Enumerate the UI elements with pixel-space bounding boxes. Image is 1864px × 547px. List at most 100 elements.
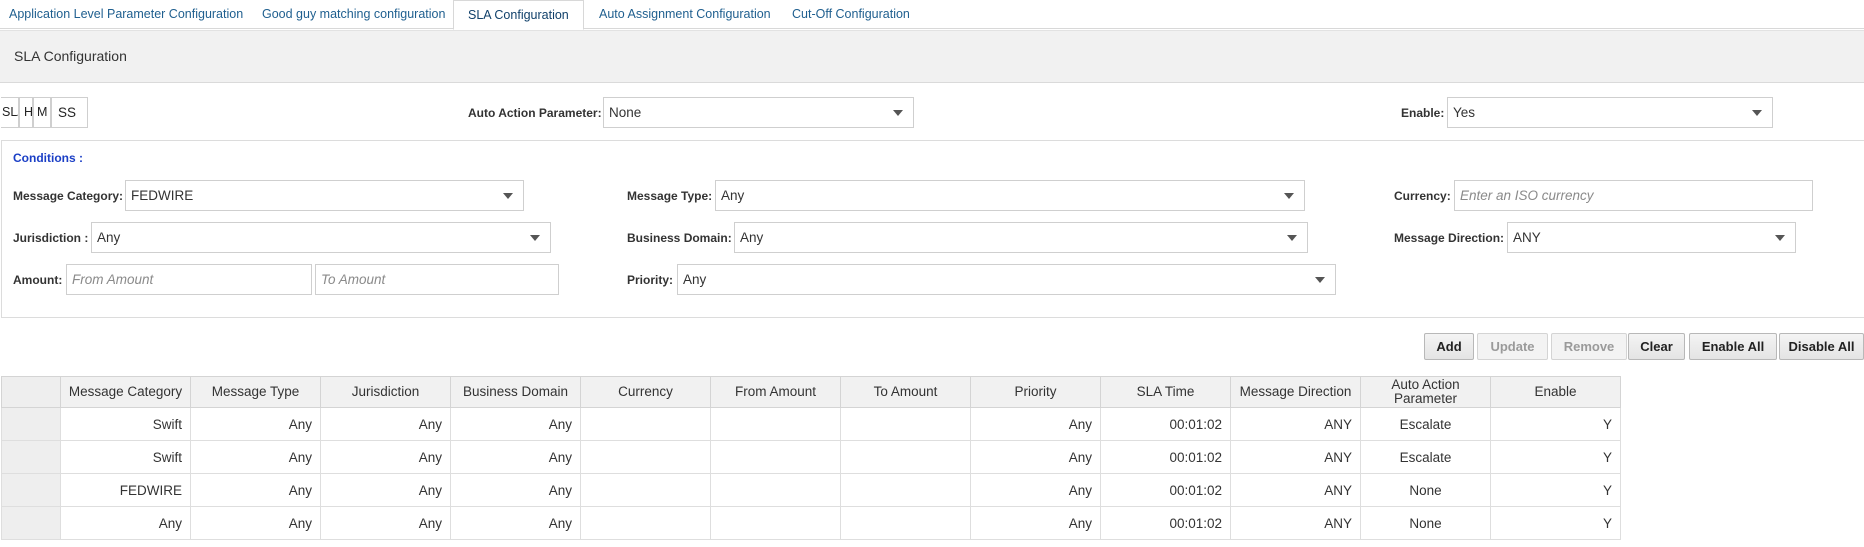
message-category-value: FEDWIRE xyxy=(131,188,194,203)
table-header-row: Message Category Message Type Jurisdicti… xyxy=(1,376,1621,408)
chevron-down-icon xyxy=(1315,277,1325,283)
column-header[interactable]: Jurisdiction xyxy=(320,376,451,408)
table-cell: Y xyxy=(1490,407,1621,441)
row-selector[interactable] xyxy=(1,473,61,507)
table-cell: 00:01:02 xyxy=(1100,473,1231,507)
currency-input[interactable] xyxy=(1454,180,1813,211)
column-header[interactable]: Business Domain xyxy=(450,376,581,408)
section-header: SLA Configuration xyxy=(0,30,1864,83)
message-type-select[interactable]: Any xyxy=(715,180,1305,211)
row-selector[interactable] xyxy=(1,407,61,441)
to-amount-input[interactable] xyxy=(315,264,559,295)
sla-minutes-input[interactable]: M xyxy=(33,97,51,128)
table-cell: Any xyxy=(190,440,321,474)
row-selector[interactable] xyxy=(1,440,61,474)
table-cell: Any xyxy=(320,407,451,441)
table-cell: Any xyxy=(970,440,1101,474)
chevron-down-icon xyxy=(1775,235,1785,241)
tab-bar: Application Level Parameter Configuratio… xyxy=(0,0,1864,30)
table-cell xyxy=(840,407,971,441)
column-header[interactable]: From Amount xyxy=(710,376,841,408)
chevron-down-icon xyxy=(1287,235,1297,241)
tab-sla-configuration[interactable]: SLA Configuration xyxy=(453,0,584,30)
conditions-title: Conditions : xyxy=(13,151,83,165)
chevron-down-icon xyxy=(1284,193,1294,199)
tab-good-guy-matching-configuration[interactable]: Good guy matching configuration xyxy=(262,0,445,29)
column-header[interactable]: Auto Action Parameter xyxy=(1360,376,1491,408)
enable-value: Yes xyxy=(1453,105,1476,120)
update-button[interactable]: Update xyxy=(1477,333,1548,360)
column-header[interactable]: SLA Time xyxy=(1100,376,1231,408)
sla-label: SLA xyxy=(1,97,19,128)
column-header[interactable]: Currency xyxy=(580,376,711,408)
table-cell: Any xyxy=(450,407,581,441)
message-type-label: Message Type: xyxy=(627,189,713,203)
sla-seconds-input[interactable]: SS xyxy=(51,97,88,128)
section-title: SLA Configuration xyxy=(14,48,127,64)
table-cell: ANY xyxy=(1230,440,1361,474)
table-cell xyxy=(580,473,711,507)
tab-cut-off-configuration[interactable]: Cut-Off Configuration xyxy=(792,0,910,29)
remove-button[interactable]: Remove xyxy=(1551,333,1627,360)
currency-label: Currency: xyxy=(1394,189,1451,203)
disable-all-button[interactable]: Disable All xyxy=(1779,333,1864,360)
enable-all-button[interactable]: Enable All xyxy=(1689,333,1777,360)
table-row[interactable]: Swift Any Any Any Any 00:01:02 ANY Escal… xyxy=(1,440,1621,474)
table-cell: Any xyxy=(320,440,451,474)
column-header[interactable]: Message Category xyxy=(60,376,191,408)
jurisdiction-label: Jurisdiction : xyxy=(13,231,89,245)
tab-auto-assignment-configuration[interactable]: Auto Assignment Configuration xyxy=(599,0,771,29)
table-cell: ANY xyxy=(1230,407,1361,441)
auto-action-parameter-value: None xyxy=(609,105,642,120)
table-cell: Any xyxy=(970,506,1101,540)
table-row[interactable]: Swift Any Any Any Any 00:01:02 ANY Escal… xyxy=(1,407,1621,441)
row-selector[interactable] xyxy=(1,506,61,540)
table-cell xyxy=(580,407,711,441)
table-cell: ANY xyxy=(1230,473,1361,507)
column-header[interactable]: To Amount xyxy=(840,376,971,408)
add-button[interactable]: Add xyxy=(1424,333,1474,360)
enable-select[interactable]: Yes xyxy=(1447,97,1773,128)
column-header[interactable]: Priority xyxy=(970,376,1101,408)
enable-label: Enable: xyxy=(1401,106,1445,120)
tab-application-level-parameter-configuration[interactable]: Application Level Parameter Configuratio… xyxy=(9,0,243,29)
table-cell: Escalate xyxy=(1360,407,1491,441)
clear-button[interactable]: Clear xyxy=(1628,333,1685,360)
chevron-down-icon xyxy=(893,110,903,116)
table-cell: Any xyxy=(450,506,581,540)
table-cell: ANY xyxy=(1230,506,1361,540)
message-category-select[interactable]: FEDWIRE xyxy=(125,180,524,211)
jurisdiction-value: Any xyxy=(97,230,121,245)
table-cell: Any xyxy=(190,473,321,507)
table-cell: Any xyxy=(190,407,321,441)
from-amount-input[interactable] xyxy=(66,264,312,295)
table-cell: None xyxy=(1360,473,1491,507)
row-selector-header[interactable] xyxy=(1,376,61,408)
priority-label: Priority: xyxy=(627,273,674,287)
table-row[interactable]: Any Any Any Any Any 00:01:02 ANY None Y xyxy=(1,506,1621,540)
table-cell: 00:01:02 xyxy=(1100,407,1231,441)
sla-hours-input[interactable]: H xyxy=(19,97,33,128)
table-cell: Escalate xyxy=(1360,440,1491,474)
column-header[interactable]: Enable xyxy=(1490,376,1621,408)
auto-action-parameter-select[interactable]: None xyxy=(603,97,914,128)
business-domain-label: Business Domain: xyxy=(627,231,732,245)
table-cell xyxy=(580,440,711,474)
business-domain-value: Any xyxy=(740,230,764,245)
table-cell: 00:01:02 xyxy=(1100,440,1231,474)
amount-label: Amount: xyxy=(13,273,63,287)
column-header[interactable]: Message Direction xyxy=(1230,376,1361,408)
priority-select[interactable]: Any xyxy=(677,264,1336,295)
table-cell: Any xyxy=(320,473,451,507)
table-cell xyxy=(580,506,711,540)
column-header[interactable]: Message Type xyxy=(190,376,321,408)
table-cell xyxy=(840,473,971,507)
message-direction-select[interactable]: ANY xyxy=(1507,222,1796,253)
jurisdiction-select[interactable]: Any xyxy=(91,222,551,253)
table-cell xyxy=(710,473,841,507)
message-direction-label: Message Direction: xyxy=(1394,231,1505,245)
message-direction-value: ANY xyxy=(1513,230,1541,245)
business-domain-select[interactable]: Any xyxy=(734,222,1308,253)
table-cell: Y xyxy=(1490,440,1621,474)
table-row[interactable]: FEDWIRE Any Any Any Any 00:01:02 ANY Non… xyxy=(1,473,1621,507)
